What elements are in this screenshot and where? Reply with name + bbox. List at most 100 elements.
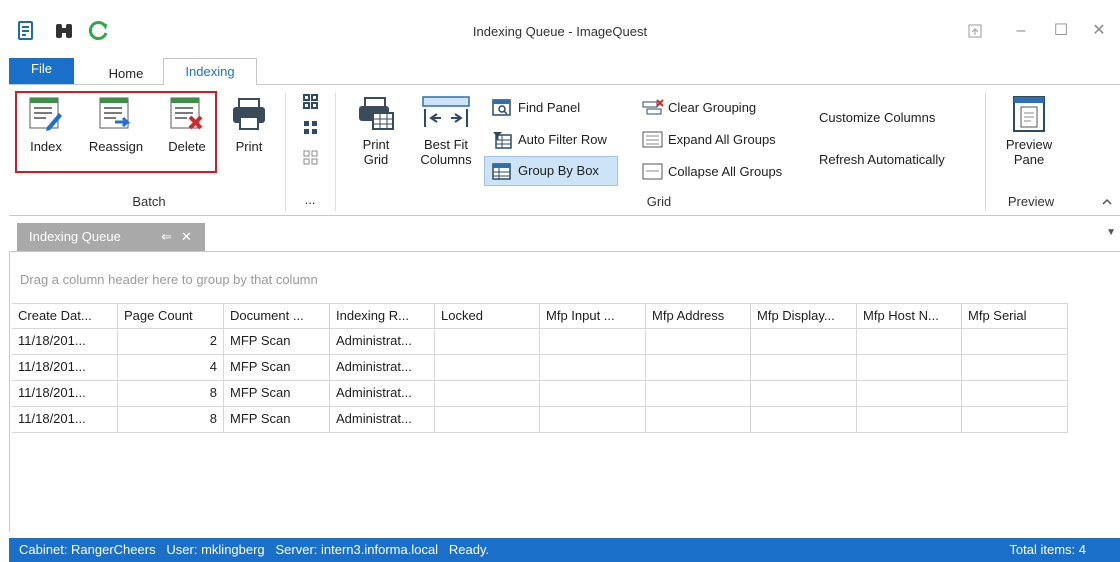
minimize-icon[interactable]: – — [1008, 20, 1034, 42]
table-cell[interactable] — [751, 329, 857, 355]
table-cell[interactable]: MFP Scan — [224, 407, 330, 433]
reassign-button[interactable]: Reassign — [81, 95, 151, 165]
restore-ribbon-icon[interactable] — [962, 20, 988, 42]
collapse-all-groups-button[interactable]: Collapse All Groups — [642, 159, 807, 185]
column-header[interactable]: Indexing R... — [330, 303, 435, 329]
table-cell[interactable] — [962, 381, 1068, 407]
table-cell[interactable] — [435, 329, 540, 355]
table-cell[interactable] — [857, 407, 962, 433]
close-tab-icon[interactable]: ✕ — [181, 223, 192, 251]
table-cell[interactable] — [540, 355, 646, 381]
table-cell[interactable]: MFP Scan — [224, 355, 330, 381]
window-title: Indexing Queue - ImageQuest — [472, 24, 648, 39]
separator — [335, 93, 336, 211]
table-cell[interactable] — [646, 407, 751, 433]
column-header[interactable]: Mfp Serial — [962, 303, 1068, 329]
close-icon[interactable]: ✕ — [1086, 20, 1112, 42]
table-cell[interactable] — [751, 381, 857, 407]
group-by-panel[interactable]: Drag a column header here to group by th… — [20, 272, 318, 287]
collapsed-group-button[interactable] — [299, 93, 323, 177]
print-button[interactable]: Print — [223, 95, 275, 165]
group-by-box-icon — [492, 163, 511, 180]
tab-list-dropdown-icon[interactable]: ▼ — [1106, 227, 1116, 238]
column-header[interactable]: Locked — [435, 303, 540, 329]
table-cell[interactable] — [646, 329, 751, 355]
table-cell[interactable]: MFP Scan — [224, 381, 330, 407]
table-cell[interactable] — [857, 329, 962, 355]
delete-icon — [170, 97, 203, 130]
tab-indexing-queue[interactable]: Indexing Queue ⇐ ✕ — [17, 223, 205, 251]
table-cell[interactable]: Administrat... — [330, 329, 435, 355]
column-header[interactable]: Create Dat... — [12, 303, 118, 329]
tab-file[interactable]: File — [9, 58, 74, 84]
preview-group-label: Preview — [1007, 194, 1055, 209]
table-cell[interactable] — [435, 381, 540, 407]
preview-pane-button[interactable]: Preview Pane — [997, 95, 1061, 185]
group-by-box-button[interactable]: Group By Box — [484, 156, 618, 186]
reassign-icon — [99, 97, 131, 129]
expand-all-groups-button[interactable]: Expand All Groups — [642, 127, 802, 153]
column-header[interactable]: Mfp Host N... — [857, 303, 962, 329]
customize-columns-button[interactable]: Customize Columns — [819, 105, 969, 131]
delete-button[interactable]: Delete — [159, 95, 215, 165]
clear-grouping-button[interactable]: Clear Grouping — [642, 95, 792, 121]
table-cell[interactable] — [646, 355, 751, 381]
collapse-ribbon-chevron-icon[interactable] — [1101, 189, 1115, 215]
status-text: Cabinet: RangerCheers User: mklingberg S… — [19, 542, 490, 557]
table-cell[interactable] — [751, 355, 857, 381]
table-cell[interactable]: 11/18/201... — [12, 407, 118, 433]
table-cell[interactable] — [540, 329, 646, 355]
index-button[interactable]: Index — [18, 95, 74, 165]
table-cell[interactable]: Administrat... — [330, 355, 435, 381]
column-header[interactable]: Page Count — [118, 303, 224, 329]
column-header[interactable]: Mfp Address — [646, 303, 751, 329]
table-cell[interactable] — [857, 355, 962, 381]
best-fit-columns-button[interactable]: Best Fit Columns — [414, 95, 478, 185]
column-header[interactable]: Mfp Display... — [751, 303, 857, 329]
table-cell[interactable] — [646, 381, 751, 407]
maximize-icon[interactable]: ☐ — [1048, 20, 1074, 42]
table-cell[interactable] — [435, 355, 540, 381]
table-cell[interactable]: 8 — [118, 407, 224, 433]
find-panel-icon — [492, 99, 511, 116]
preview-pane-icon — [1013, 96, 1045, 132]
title-bar: Indexing Queue - ImageQuest – ☐ ✕ — [0, 0, 1120, 58]
document-tab-label: Indexing Queue — [29, 229, 121, 244]
column-header[interactable]: Mfp Input ... — [540, 303, 646, 329]
column-header[interactable]: Document ... — [224, 303, 330, 329]
auto-filter-row-button[interactable]: Auto Filter Row — [492, 127, 632, 153]
table-cell[interactable]: 4 — [118, 355, 224, 381]
table-cell[interactable] — [962, 329, 1068, 355]
table-cell[interactable] — [540, 381, 646, 407]
print-grid-button[interactable]: Print Grid — [347, 95, 405, 185]
table-cell[interactable]: Administrat... — [330, 381, 435, 407]
separator — [985, 93, 986, 211]
table-cell[interactable] — [962, 355, 1068, 381]
refresh-automatically-button[interactable]: Refresh Automatically — [819, 147, 979, 173]
grid-panel: Drag a column header here to group by th… — [9, 251, 1120, 532]
table-cell[interactable] — [435, 407, 540, 433]
table-cell[interactable] — [751, 407, 857, 433]
table-cell[interactable]: 11/18/201... — [12, 329, 118, 355]
filter-icon — [493, 132, 512, 149]
table-cell[interactable] — [540, 407, 646, 433]
table-cell[interactable]: 2 — [118, 329, 224, 355]
grid-tiles-icon — [303, 94, 318, 165]
table-cell[interactable]: 11/18/201... — [12, 355, 118, 381]
collapse-groups-icon — [642, 163, 663, 180]
table-cell[interactable]: Administrat... — [330, 407, 435, 433]
status-bar: Cabinet: RangerCheers User: mklingberg S… — [9, 538, 1120, 562]
table-cell[interactable]: 8 — [118, 381, 224, 407]
tab-home[interactable]: Home — [96, 63, 156, 84]
table-cell[interactable]: MFP Scan — [224, 329, 330, 355]
table-cell[interactable]: 11/18/201... — [12, 381, 118, 407]
tab-indexing[interactable]: Indexing — [163, 58, 257, 85]
table-cell[interactable] — [857, 381, 962, 407]
total-items-count: Total items: 4 — [1009, 542, 1086, 557]
separator — [285, 93, 286, 211]
table-cell[interactable] — [962, 407, 1068, 433]
expand-groups-icon — [642, 131, 663, 148]
document-tab-strip: Indexing Queue ⇐ ✕ ▼ — [9, 219, 1120, 251]
find-panel-button[interactable]: Find Panel — [492, 95, 622, 121]
pin-icon[interactable]: ⇐ — [161, 223, 172, 251]
